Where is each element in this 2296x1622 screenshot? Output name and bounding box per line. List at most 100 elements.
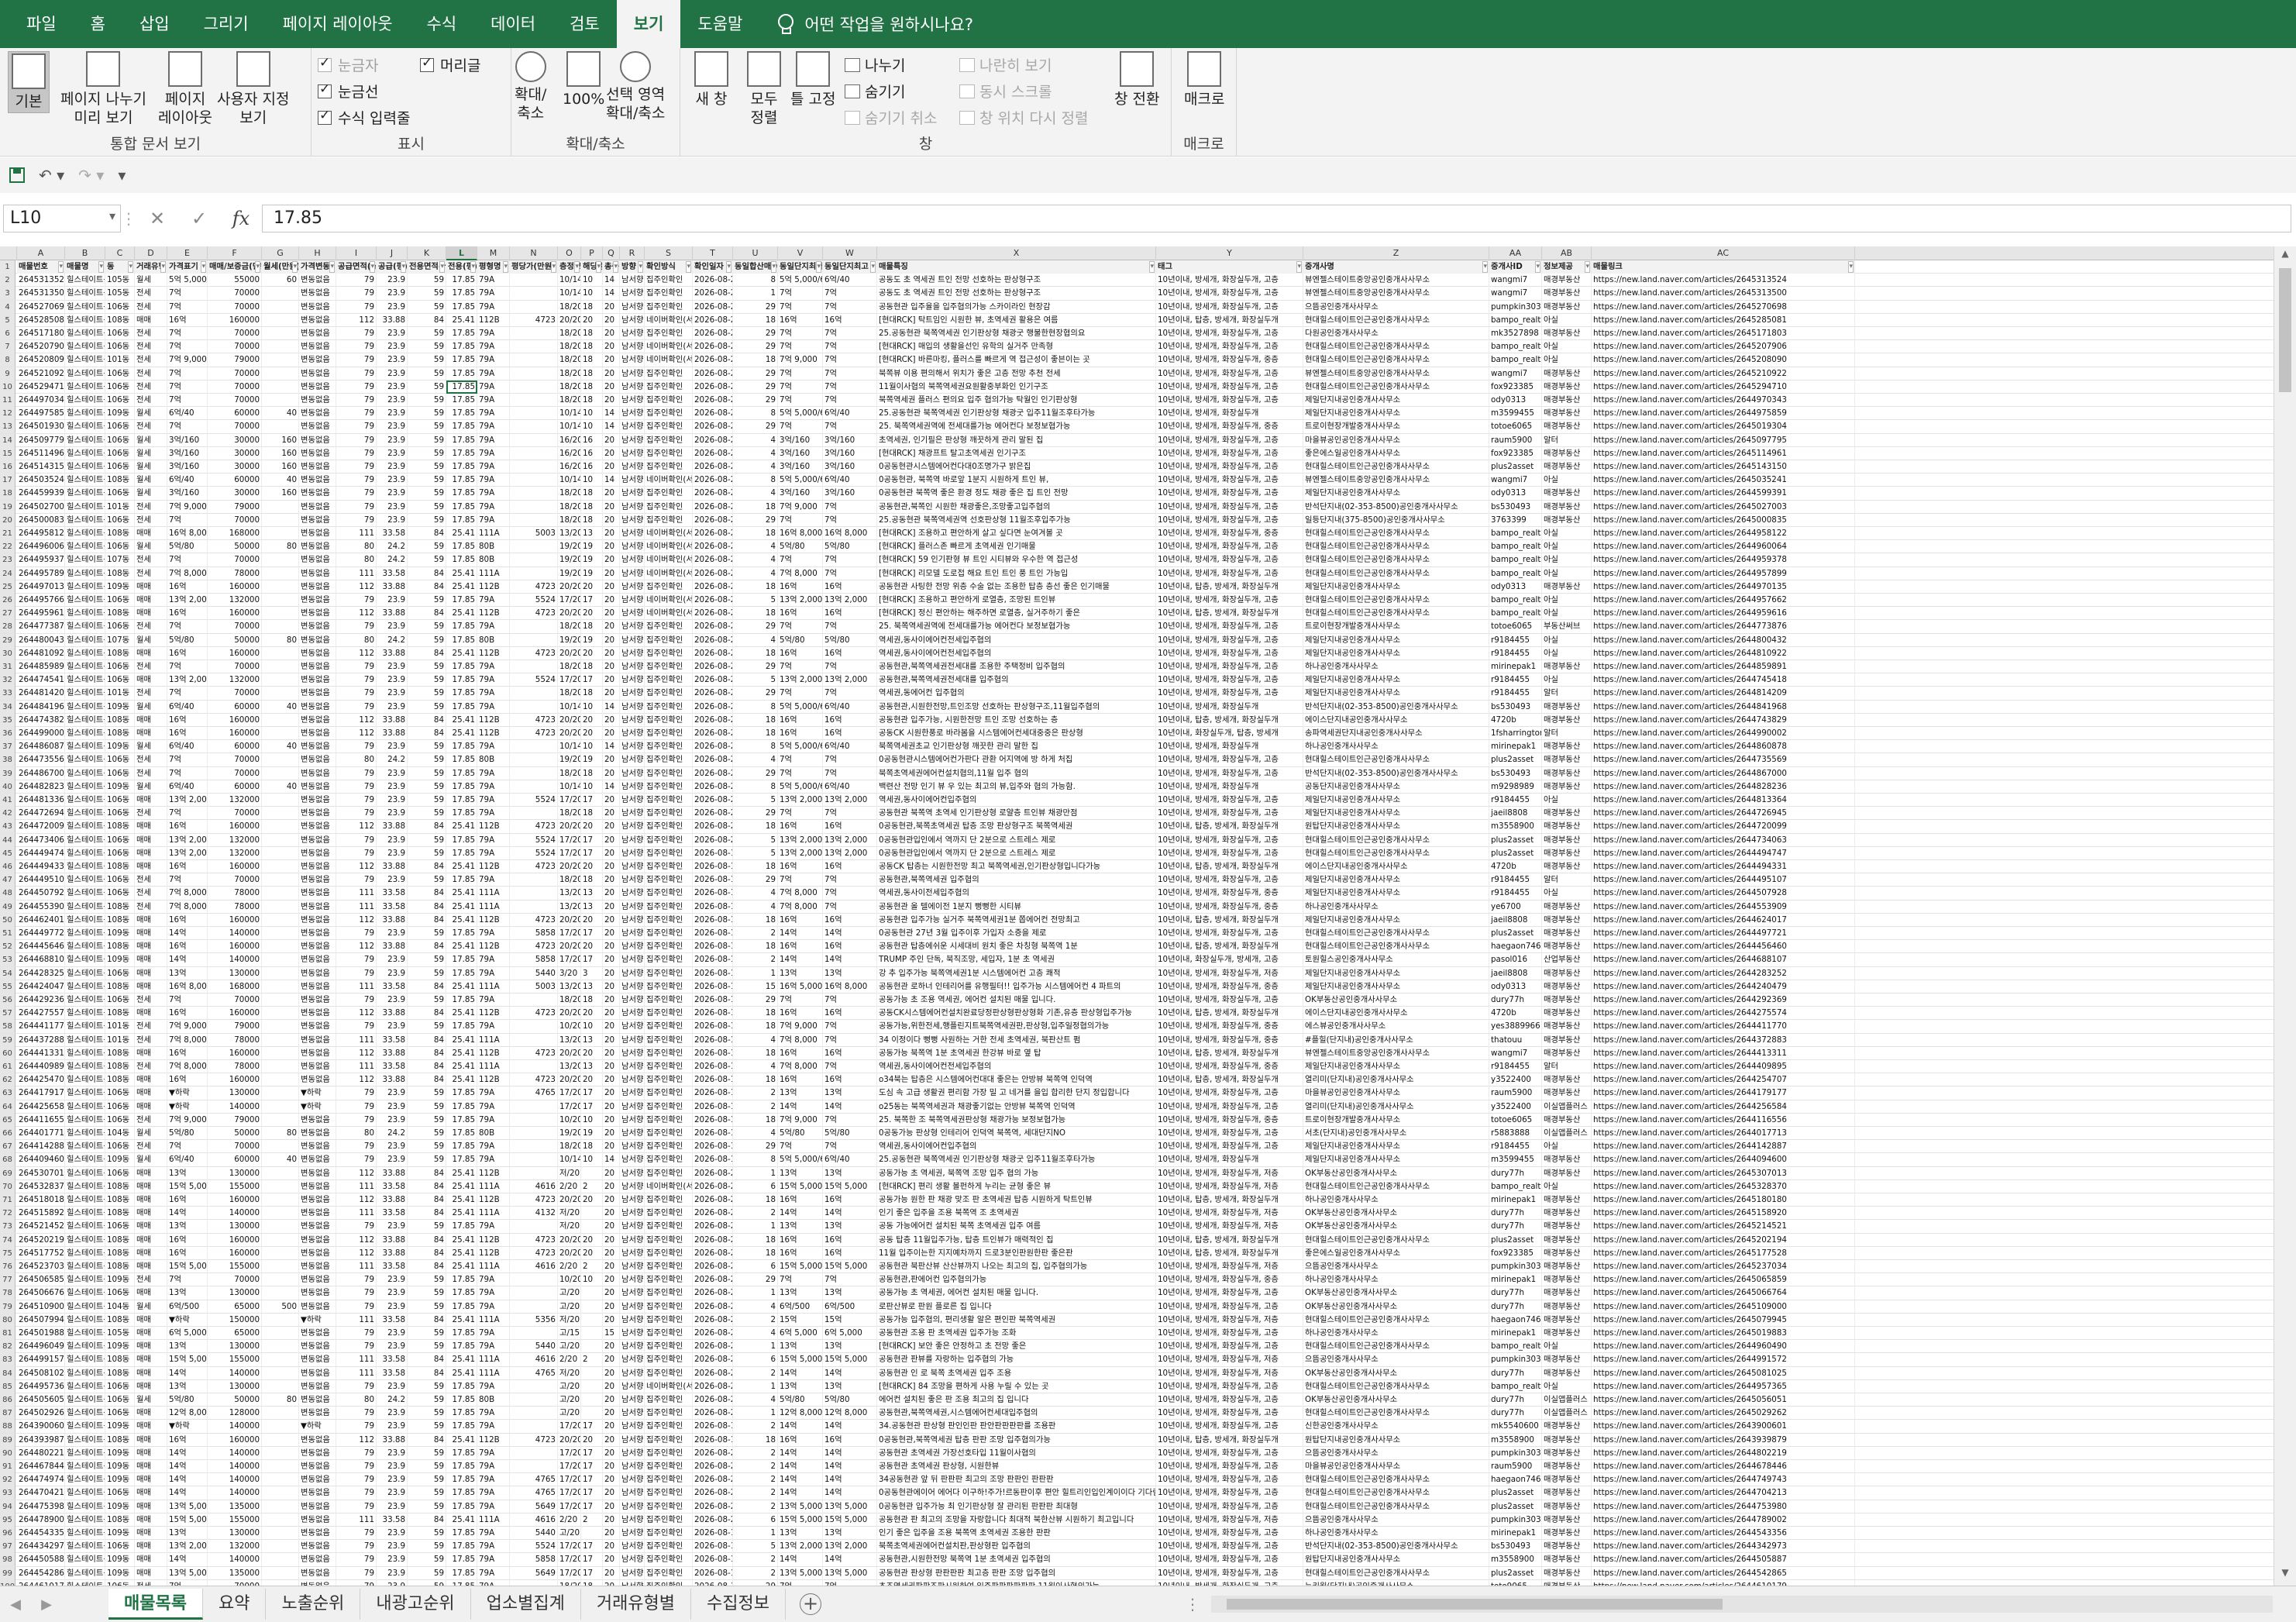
- cell[interactable]: 106동: [105, 460, 135, 474]
- cell[interactable]: 매매: [135, 1527, 167, 1540]
- cell[interactable]: 15억: [823, 1313, 877, 1327]
- cell[interactable]: 매경부동산: [1542, 1033, 1592, 1047]
- cell[interactable]: https://new.land.naver.com/articles/2644…: [1592, 1379, 1855, 1393]
- cell[interactable]: 힐스테이트봉: [65, 1540, 105, 1554]
- cell[interactable]: 10년이내, 방세개, 화장실두개, 고층: [1156, 994, 1303, 1007]
- cell[interactable]: [510, 433, 558, 447]
- cell[interactable]: 힐스테이트봉: [65, 1033, 105, 1047]
- cell[interactable]: 집주인확인: [645, 980, 693, 994]
- cell[interactable]: 79: [336, 1020, 377, 1034]
- cell[interactable]: 112B: [477, 1166, 510, 1180]
- cell[interactable]: 현대힐스테이트인근공인중개사사무소: [1303, 927, 1489, 940]
- cell[interactable]: 매경부동산: [1542, 1220, 1592, 1234]
- cell[interactable]: 23.9: [377, 927, 408, 940]
- cell[interactable]: 33.58: [377, 1366, 408, 1380]
- cell[interactable]: 106동: [105, 1393, 135, 1407]
- cell[interactable]: 17/20: [558, 1100, 581, 1114]
- cell[interactable]: 160000: [208, 1073, 262, 1087]
- cell[interactable]: 2026-08-21: [693, 540, 733, 554]
- cell[interactable]: 하나공인중개사사무소: [1303, 660, 1489, 673]
- cell[interactable]: 112: [336, 913, 377, 927]
- cell[interactable]: 17.85: [446, 966, 477, 980]
- cell[interactable]: 4723: [510, 1246, 558, 1260]
- cell[interactable]: 112: [336, 313, 377, 327]
- cell[interactable]: 17.85: [446, 1446, 477, 1460]
- cell[interactable]: 84: [408, 313, 446, 327]
- cell[interactable]: 남서향: [620, 1286, 645, 1300]
- cell[interactable]: 79A: [477, 966, 510, 980]
- cell[interactable]: 109동: [105, 927, 135, 940]
- cell[interactable]: 29: [733, 380, 778, 394]
- cell[interactable]: 힐스테이트봉: [65, 1566, 105, 1580]
- cell[interactable]: 변동없음: [299, 580, 336, 594]
- row-header[interactable]: 1: [0, 260, 15, 274]
- cell[interactable]: 매매: [135, 1473, 167, 1487]
- column-title-cell[interactable]: 공급(평): [377, 260, 408, 274]
- column-header[interactable]: F: [208, 246, 262, 260]
- cell[interactable]: plus2asset: [1489, 1233, 1542, 1247]
- cell[interactable]: 78000: [208, 1033, 262, 1047]
- cell[interactable]: 전세: [135, 566, 167, 580]
- cell[interactable]: 남서향: [620, 1313, 645, 1327]
- cell[interactable]: 18: [733, 1193, 778, 1207]
- cell[interactable]: https://new.land.naver.com/articles/2643…: [1592, 1433, 1855, 1447]
- cell[interactable]: 79: [336, 1100, 377, 1114]
- cell[interactable]: 힐스테이트봉: [65, 313, 105, 327]
- scroll-thumb[interactable]: [2279, 268, 2291, 392]
- cell[interactable]: 2644975859: [17, 407, 65, 421]
- cell[interactable]: 23.9: [377, 274, 408, 288]
- cell[interactable]: 79A: [477, 1407, 510, 1421]
- cell[interactable]: 14: [603, 780, 620, 794]
- cell[interactable]: 2644958122: [17, 527, 65, 540]
- cell[interactable]: m9298989: [1489, 780, 1542, 794]
- cell[interactable]: 59: [408, 753, 446, 767]
- cell[interactable]: 14억: [778, 953, 823, 967]
- cell[interactable]: 10년이내, 방세개, 화장실두개, 중층: [1156, 1020, 1303, 1034]
- cell[interactable]: 140000: [208, 1207, 262, 1221]
- cell[interactable]: 남서향: [620, 1407, 645, 1421]
- cell[interactable]: 59: [408, 433, 446, 447]
- column-header[interactable]: W: [823, 246, 877, 260]
- cell[interactable]: 변동없음: [299, 1207, 336, 1221]
- cell[interactable]: 매매: [135, 607, 167, 621]
- cell[interactable]: 2644749743: [17, 1473, 65, 1487]
- cell[interactable]: 집주인확인: [645, 580, 693, 594]
- cell[interactable]: 2644342973: [17, 1540, 65, 1554]
- cell[interactable]: 7억: [167, 807, 208, 821]
- cell[interactable]: 변동없음: [299, 1220, 336, 1234]
- row-header[interactable]: 91: [0, 1460, 15, 1473]
- cell[interactable]: 17.85: [446, 1300, 477, 1314]
- cell[interactable]: 20: [603, 1286, 620, 1300]
- cell[interactable]: 뷰엔젤스테이트중앙공인중개사사무소: [1303, 367, 1489, 381]
- cell[interactable]: 10년이내, 방세개, 화장실두개, 고층: [1156, 846, 1303, 860]
- cell[interactable]: 132000: [208, 673, 262, 687]
- cell[interactable]: 2: [733, 1420, 778, 1434]
- cell[interactable]: 백련산 전망 인기 뷰 우 있는 최고의 뷰,입주와 협의 가능함.: [877, 780, 1156, 794]
- cell[interactable]: 12억 8,000: [167, 1407, 208, 1421]
- cell[interactable]: https://new.land.naver.com/articles/2644…: [1592, 994, 1855, 1007]
- cell[interactable]: y3522400: [1489, 1073, 1542, 1087]
- cell[interactable]: 160000: [208, 580, 262, 594]
- cell[interactable]: 집주인확인: [645, 1313, 693, 1327]
- cell[interactable]: 매경부동산: [1542, 327, 1592, 340]
- cell[interactable]: 25.41: [446, 1166, 477, 1180]
- cell[interactable]: [510, 1579, 558, 1586]
- cell[interactable]: 2644283252: [17, 966, 65, 980]
- cell[interactable]: 매경부동산: [1542, 900, 1592, 914]
- cell[interactable]: 16억: [823, 1193, 877, 1207]
- row-header[interactable]: 43: [0, 820, 15, 834]
- cell[interactable]: 남서향: [620, 833, 645, 847]
- cell[interactable]: 10: [581, 407, 603, 421]
- cell[interactable]: pumpkin3033: [1489, 300, 1542, 314]
- cell[interactable]: 4: [733, 887, 778, 901]
- cell[interactable]: ▼하락: [299, 1100, 336, 1114]
- cell[interactable]: 5: [733, 833, 778, 847]
- cell[interactable]: r9184455: [1489, 887, 1542, 901]
- cell[interactable]: 힐스테이트봉: [65, 1420, 105, 1434]
- cell[interactable]: 20: [603, 1086, 620, 1100]
- cell[interactable]: 힐스테이트봉: [65, 620, 105, 634]
- cell[interactable]: 20: [603, 433, 620, 447]
- cell[interactable]: 5억 5,000/60: [778, 474, 823, 487]
- cell[interactable]: 아실: [1542, 566, 1592, 580]
- cell[interactable]: 19: [581, 633, 603, 647]
